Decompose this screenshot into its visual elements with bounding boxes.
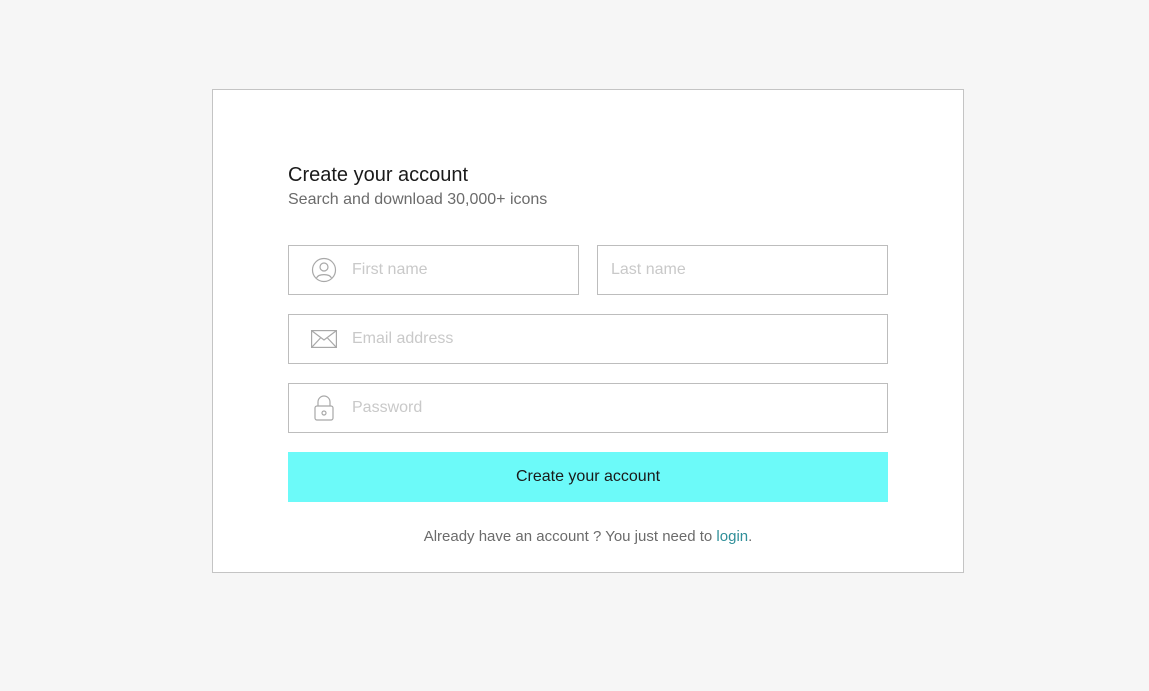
- first-name-field[interactable]: [288, 245, 579, 295]
- login-link[interactable]: login: [716, 528, 748, 545]
- form-title: Create your account: [288, 164, 469, 186]
- name-row: [288, 245, 888, 295]
- login-prompt: Already have an account ? You just need …: [288, 528, 888, 545]
- login-prompt-text: Already have an account ? You just need …: [423, 528, 717, 545]
- password-input[interactable]: [352, 384, 887, 432]
- user-icon: [310, 256, 338, 284]
- email-field[interactable]: [288, 314, 888, 364]
- signup-card: Create your account Search and download …: [212, 89, 964, 573]
- first-name-input[interactable]: [352, 246, 578, 294]
- create-account-button[interactable]: Create your account: [288, 452, 888, 502]
- mail-icon: [310, 325, 338, 353]
- form-subtitle: Search and download 30,000+ icons: [288, 191, 548, 208]
- lock-icon: [310, 394, 338, 422]
- password-field[interactable]: [288, 383, 888, 433]
- last-name-input[interactable]: [598, 246, 887, 294]
- last-name-field[interactable]: [597, 245, 888, 295]
- signup-form: Create your account Search and download …: [288, 162, 888, 545]
- login-prompt-end: .: [748, 528, 753, 545]
- email-input[interactable]: [352, 315, 887, 363]
